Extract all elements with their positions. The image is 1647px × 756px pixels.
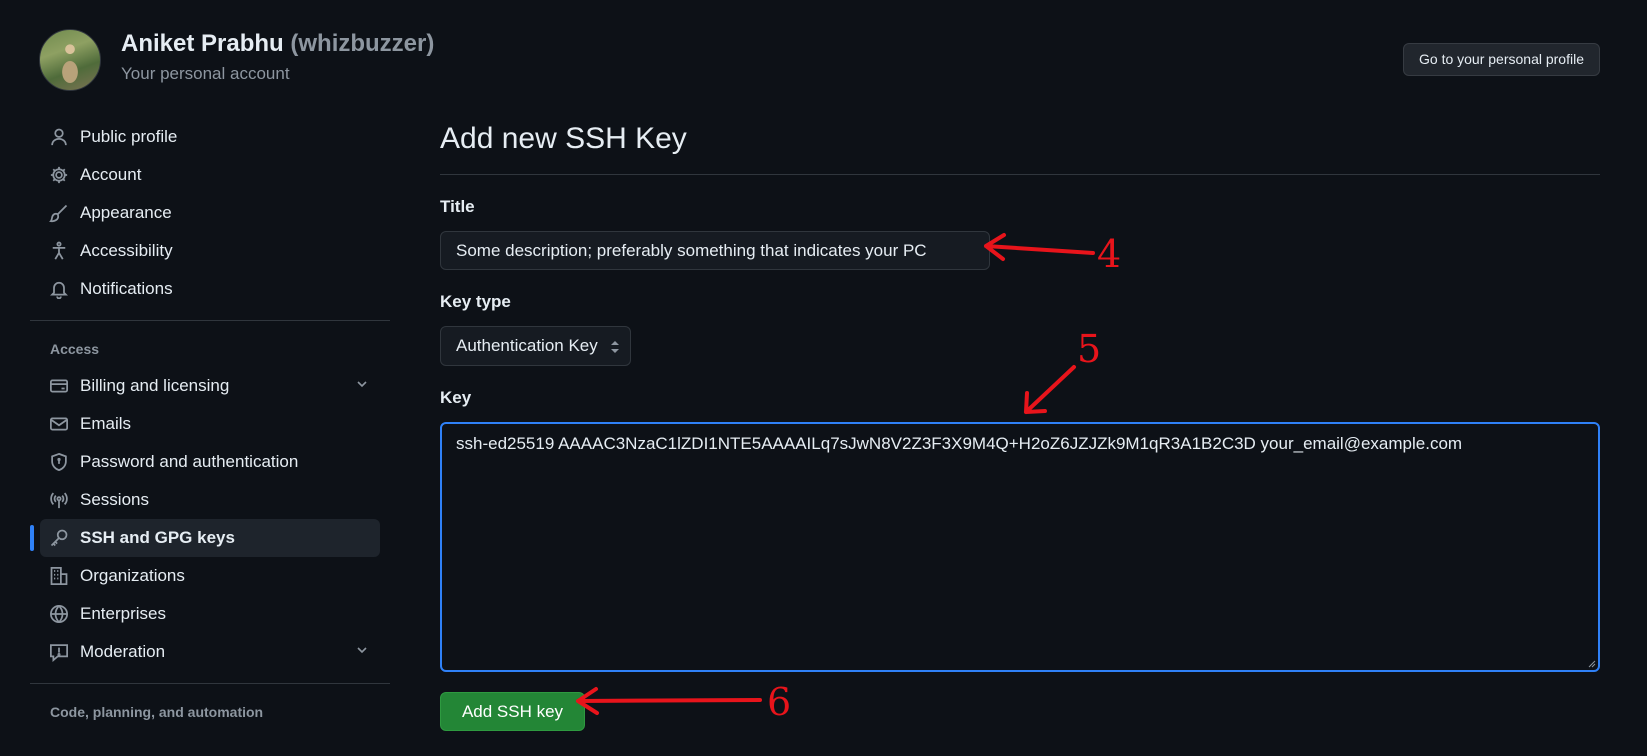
annotation-step-5: 5 [1077,327,1102,371]
account-header: Aniket Prabhu (whizbuzzer) Your personal… [39,29,1600,91]
add-ssh-key-form: Add new SSH Key Title Key type Authentic… [440,118,1600,731]
sidebar-item-appearance[interactable]: Appearance [40,194,380,232]
sidebar-item-label: Organizations [80,566,185,585]
settings-sidebar: Public profile Account Appearance Access… [30,118,390,730]
sidebar-item-public-profile[interactable]: Public profile [40,118,380,156]
key-icon [48,527,70,549]
credit-card-icon [48,375,70,397]
bell-icon [48,278,70,300]
add-ssh-key-button[interactable]: Add SSH key [440,692,585,731]
user-name: Aniket Prabhu (whizbuzzer) [121,30,434,58]
resize-grip-icon[interactable] [1586,658,1596,668]
settings-page: Aniket Prabhu (whizbuzzer) Your personal… [0,0,1647,756]
title-input[interactable] [440,231,990,270]
annotation-step-6: 6 [767,680,792,724]
key-type-label: Key type [440,292,511,311]
sidebar-item-label: Billing and licensing [80,376,230,395]
sidebar-item-moderation[interactable]: Moderation [40,633,380,671]
globe-icon [48,603,70,625]
sidebar-item-organizations[interactable]: Organizations [40,557,380,595]
sidebar-item-label: Enterprises [80,604,166,623]
sidebar-item-label: Public profile [80,127,178,146]
key-type-selected: Authentication Key [456,336,598,355]
shield-lock-icon [48,451,70,473]
sidebar-heading-code-planning: Code, planning, and automation [50,704,264,720]
title-label: Title [440,197,475,216]
key-label: Key [440,388,472,407]
avatar[interactable] [39,29,101,91]
person-icon [48,126,70,148]
sidebar-item-label: Moderation [80,642,166,661]
sidebar-item-label: Appearance [80,203,172,222]
key-textarea[interactable]: ssh-ed25519 AAAAC3NzaC1lZDI1NTE5AAAAILq7… [440,422,1600,672]
annotation-step-4: 4 [1097,232,1122,276]
gear-icon [48,164,70,186]
sidebar-item-label: Accessibility [80,241,173,260]
sidebar-item-account[interactable]: Account [40,156,380,194]
page-title: Add new SSH Key [440,122,687,155]
sidebar-item-ssh-gpg-keys[interactable]: SSH and GPG keys [30,519,380,557]
account-type: Your personal account [121,64,290,83]
mail-icon [48,413,70,435]
sidebar-item-sessions[interactable]: Sessions [40,481,380,519]
key-type-select[interactable]: Authentication Key [440,326,631,366]
sidebar-item-billing[interactable]: Billing and licensing [40,367,380,405]
sidebar-item-label: Notifications [80,279,173,298]
sidebar-divider [30,320,390,321]
sidebar-item-enterprises[interactable]: Enterprises [40,595,380,633]
go-to-profile-button[interactable]: Go to your personal profile [1403,43,1600,76]
broadcast-icon [48,489,70,511]
chevron-down-icon[interactable] [354,376,370,397]
sidebar-item-label: SSH and GPG keys [80,528,235,547]
sidebar-item-label: Account [80,165,142,184]
sidebar-item-accessibility[interactable]: Accessibility [40,232,380,270]
sidebar-divider [30,683,390,684]
display-name: Aniket Prabhu [121,30,284,57]
organization-icon [48,565,70,587]
sidebar-item-emails[interactable]: Emails [40,405,380,443]
chevron-down-icon[interactable] [354,642,370,663]
user-handle: (whizbuzzer) [290,30,435,57]
paintbrush-icon [48,202,70,224]
sidebar-item-label: Emails [80,414,132,433]
title-divider [440,174,1600,175]
report-icon [48,641,70,663]
sidebar-item-notifications[interactable]: Notifications [40,270,380,308]
sidebar-heading-access: Access [50,341,100,357]
sidebar-item-label: Sessions [80,490,149,509]
sidebar-item-password-authentication[interactable]: Password and authentication [40,443,380,481]
sidebar-item-label: Password and authentication [80,452,299,471]
accessibility-icon [48,240,70,262]
select-arrows-icon [611,341,619,353]
key-value: ssh-ed25519 AAAAC3NzaC1lZDI1NTE5AAAAILq7… [456,434,1463,453]
